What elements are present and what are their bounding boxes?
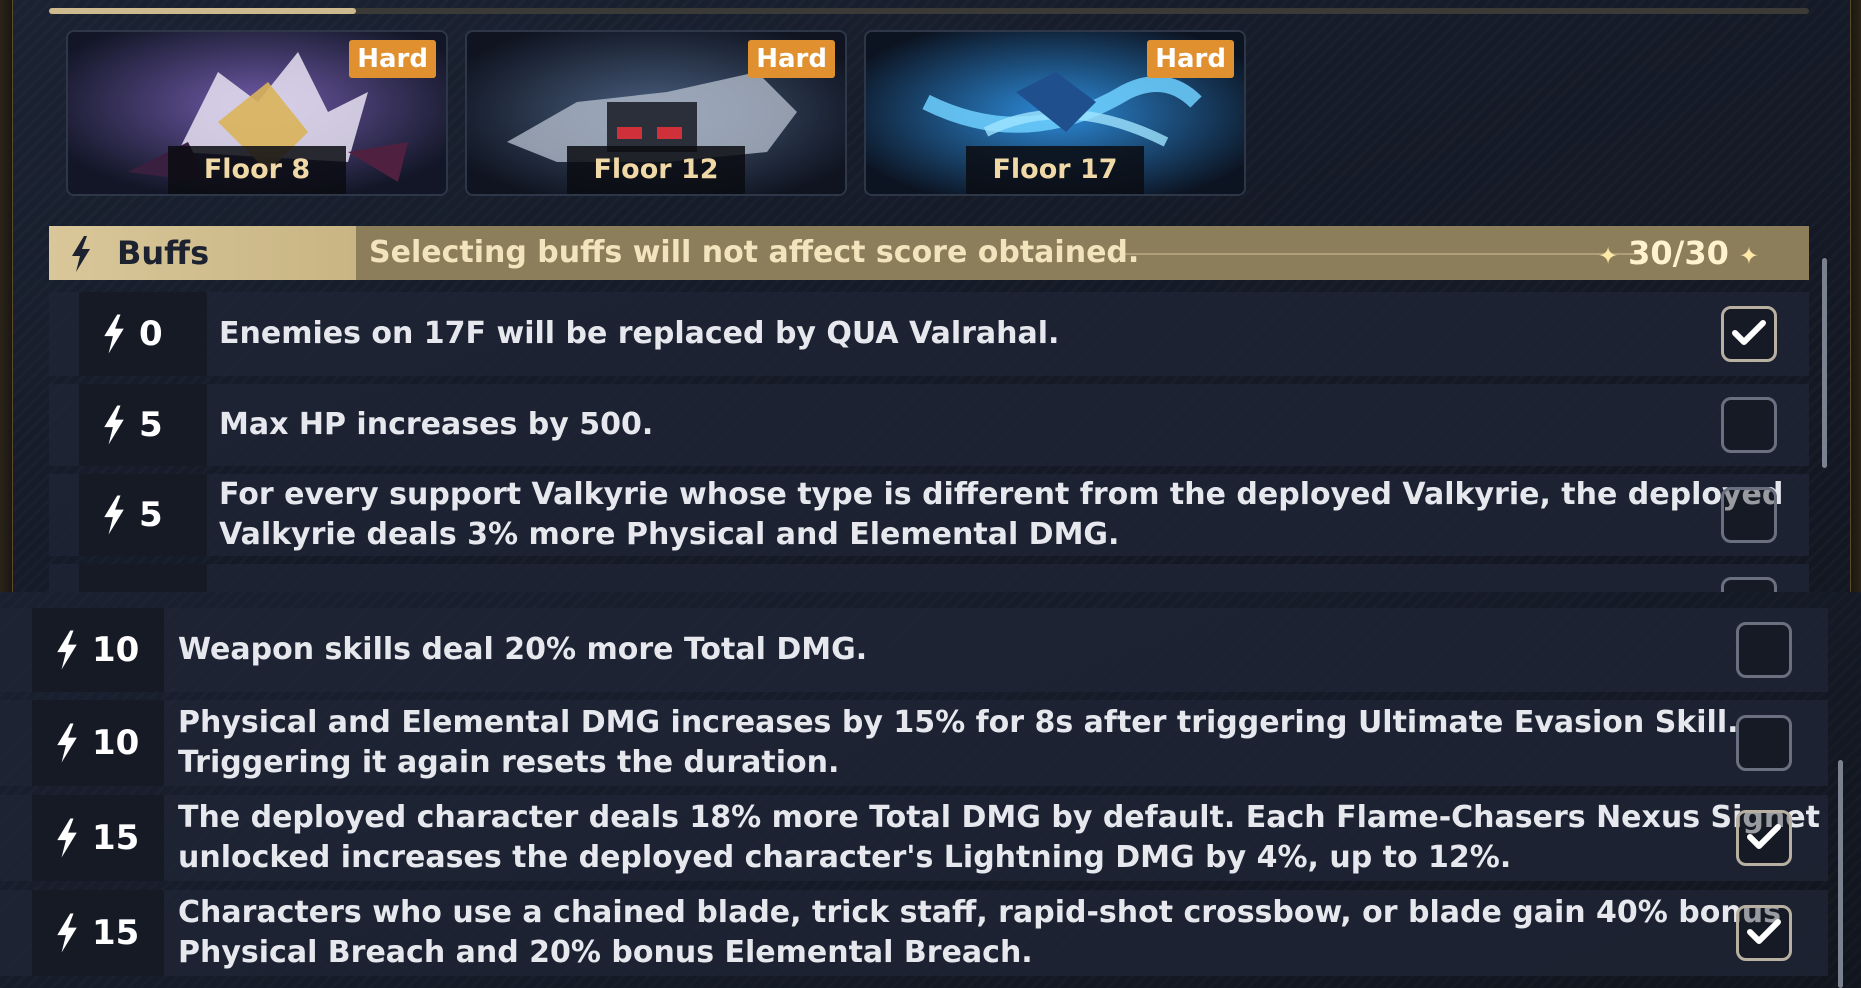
buff-checkbox[interactable]: [1736, 905, 1792, 961]
buff-checkbox[interactable]: [1736, 622, 1792, 678]
buff-checkbox[interactable]: [1721, 487, 1777, 543]
buff-description: Physical and Elemental DMG increases by …: [178, 705, 1739, 780]
buff-checkbox[interactable]: [1721, 577, 1777, 592]
star-icon: ✦: [1598, 242, 1619, 270]
scrollbar[interactable]: [1822, 258, 1827, 468]
buff-cost-value: 15: [92, 913, 140, 953]
buffs-tab-label: Buffs: [117, 234, 210, 272]
scrollbar[interactable]: [1838, 760, 1843, 988]
checkmark-icon: [1747, 919, 1781, 944]
lightning-bolt-icon: [104, 405, 124, 445]
lightning-bolt-icon: [104, 495, 124, 535]
buff-cost-value: 5: [139, 405, 163, 445]
floor-progress-fill: [49, 8, 356, 14]
buff-cost: 5: [79, 384, 207, 466]
floor-label: Floor 8: [168, 146, 346, 194]
buff-checkbox[interactable]: [1721, 306, 1777, 362]
buffs-tab[interactable]: Buffs: [49, 226, 356, 280]
buff-cost-value: 15: [92, 818, 140, 858]
lightning-bolt-icon: [57, 630, 77, 670]
lightning-bolt-icon: [57, 818, 77, 858]
buff-cost: [79, 564, 207, 592]
floor-progress-bar: [49, 8, 1809, 14]
buff-row[interactable]: 5 Max HP increases by 500.: [49, 384, 1809, 466]
buff-row[interactable]: 5 For every support Valkyrie whose type …: [49, 474, 1809, 556]
lower-panel: 10 Weapon skills deal 20% more Total DMG…: [0, 592, 1861, 988]
floor-card-17[interactable]: Hard Floor 17: [864, 30, 1246, 196]
buff-row[interactable]: 0 Enemies on 17F will be replaced by QUA…: [49, 292, 1809, 376]
buff-cost-value: 10: [92, 630, 140, 670]
buff-row[interactable]: 10 Physical and Elemental DMG increases …: [0, 700, 1828, 786]
buff-cost: 15: [32, 890, 164, 976]
buff-row[interactable]: 10 Weapon skills deal 20% more Total DMG…: [0, 608, 1828, 692]
lightning-bolt-icon: [57, 723, 77, 763]
buff-description: Weapon skills deal 20% more Total DMG.: [178, 632, 868, 667]
buff-checkbox[interactable]: [1736, 715, 1792, 771]
floor-card-8[interactable]: Hard Floor 8: [66, 30, 448, 196]
star-icon: ✦: [1738, 242, 1759, 270]
floor-label: Floor 17: [966, 146, 1144, 194]
buff-cost: 15: [32, 795, 164, 881]
buff-row[interactable]: 15 The deployed character deals 18% more…: [0, 795, 1828, 881]
buffs-note: Selecting buffs will not affect score ob…: [369, 235, 1140, 270]
buff-row-partial[interactable]: [49, 564, 1809, 592]
buff-points-value: 30/30: [1628, 234, 1729, 272]
buff-description: The deployed character deals 18% more To…: [178, 800, 1820, 875]
buffs-header: Buffs Selecting buffs will not affect sc…: [49, 226, 1809, 280]
difficulty-badge: Hard: [349, 40, 436, 78]
buff-description: Characters who use a chained blade, tric…: [178, 895, 1781, 970]
buff-row[interactable]: 15 Characters who use a chained blade, t…: [0, 890, 1828, 976]
buff-cost: 5: [79, 474, 207, 556]
lightning-bolt-icon: [57, 913, 77, 953]
buff-cost-value: 0: [139, 314, 163, 354]
checkmark-icon: [1747, 824, 1781, 849]
difficulty-badge: Hard: [748, 40, 835, 78]
right-frame: [1850, 0, 1861, 592]
divider: [1119, 253, 1639, 255]
buff-checkbox[interactable]: [1721, 397, 1777, 453]
buff-description: Enemies on 17F will be replaced by QUA V…: [219, 316, 1060, 351]
buff-cost-value: 5: [139, 495, 163, 535]
buff-points-counter: ✦ 30/30 ✦: [1588, 226, 1769, 283]
buff-cost: 10: [32, 700, 164, 786]
lightning-bolt-icon: [72, 236, 90, 272]
lightning-bolt-icon: [104, 314, 124, 354]
left-frame: [0, 0, 13, 592]
buff-description: For every support Valkyrie whose type is…: [219, 477, 1784, 552]
buff-cost: 0: [79, 292, 207, 376]
buff-cost: 10: [32, 608, 164, 692]
checkmark-icon: [1732, 320, 1766, 345]
floor-card-12[interactable]: Hard Floor 12: [465, 30, 847, 196]
buff-cost-value: 10: [92, 723, 140, 763]
upper-panel: Hard Floor 8 Hard Floor 12 Hard Floor 17: [0, 0, 1861, 592]
buff-description: Max HP increases by 500.: [219, 407, 654, 442]
difficulty-badge: Hard: [1147, 40, 1234, 78]
buff-checkbox[interactable]: [1736, 810, 1792, 866]
floor-label: Floor 12: [567, 146, 745, 194]
